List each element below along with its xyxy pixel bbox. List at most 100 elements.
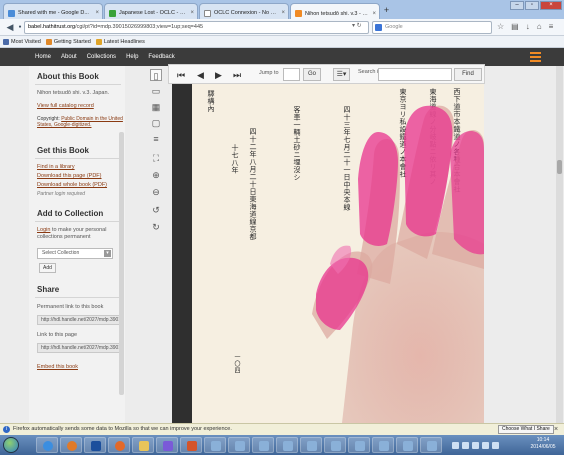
- search-in-text-input[interactable]: [378, 68, 452, 81]
- folder-icon: [3, 38, 9, 45]
- url-dropdown-reload-icon[interactable]: ▾ ↻: [352, 21, 362, 32]
- download-page-link[interactable]: Download this page (PDF): [37, 173, 102, 179]
- go-button[interactable]: Go: [303, 68, 321, 81]
- taskbar-media[interactable]: [60, 437, 82, 453]
- last-page-icon[interactable]: ⏭: [233, 69, 241, 81]
- close-tab-icon[interactable]: ×: [281, 10, 285, 16]
- start-button-icon[interactable]: [3, 437, 19, 453]
- close-window-icon[interactable]: ×: [540, 1, 562, 10]
- login-link[interactable]: Login: [37, 227, 50, 233]
- download-book-link[interactable]: Download whole book (PDF): [37, 182, 107, 188]
- bookmark-label: Most Visited: [11, 38, 41, 45]
- nav-home[interactable]: Home: [35, 54, 51, 60]
- taskbar-app[interactable]: [420, 437, 442, 453]
- taskbar-app[interactable]: [396, 437, 418, 453]
- taskbar-firefox[interactable]: [108, 437, 130, 453]
- rotate-left-icon[interactable]: ↺: [150, 204, 162, 216]
- taskbar-explorer[interactable]: [132, 437, 154, 453]
- close-tab-icon[interactable]: ×: [372, 11, 376, 17]
- minimize-icon[interactable]: –: [510, 1, 524, 10]
- text-view-icon[interactable]: ≡: [150, 133, 162, 145]
- rotate-right-icon[interactable]: ↻: [150, 221, 162, 233]
- thumbnail-view-icon[interactable]: ▦: [150, 101, 162, 113]
- url-bar[interactable]: babel.hathitrust.org/cgi/pt?id=mdp.39015…: [24, 21, 369, 34]
- app-icon: [259, 441, 269, 451]
- bookmark-label: Getting Started: [53, 38, 91, 45]
- taskbar-app[interactable]: [372, 437, 394, 453]
- find-in-library-link[interactable]: Find in a library: [37, 164, 75, 170]
- taskbar-app[interactable]: [276, 437, 298, 453]
- view-options-icon[interactable]: ☰▾: [333, 68, 350, 81]
- catalog-record-link[interactable]: View full catalog record: [37, 103, 94, 109]
- page-link-field[interactable]: http://hdl.handle.net/2027/mdp.390150269…: [37, 343, 121, 353]
- taskbar-app[interactable]: [204, 437, 226, 453]
- add-to-collection-heading: Add to Collection: [37, 209, 104, 218]
- page-viewer-scrollbar[interactable]: [556, 66, 563, 423]
- hamburger-menu-icon[interactable]: ≡: [549, 22, 554, 31]
- previous-page-icon[interactable]: ◀: [197, 69, 204, 81]
- collection-select[interactable]: Select Collection ▾: [37, 248, 113, 259]
- close-notification-icon[interactable]: ×: [554, 424, 558, 435]
- language-icon[interactable]: [492, 442, 499, 449]
- taskbar-clock[interactable]: 10:14 2014/06/05: [524, 437, 562, 451]
- google-drive-icon: [8, 9, 15, 17]
- hamburger-menu-icon[interactable]: [530, 52, 541, 62]
- chevron-down-icon[interactable]: ▾: [104, 250, 111, 257]
- choose-what-i-share-button[interactable]: Choose What I Share: [498, 425, 554, 434]
- volume-icon[interactable]: [462, 442, 469, 449]
- browser-search-input[interactable]: Google: [372, 21, 492, 34]
- divider: [35, 84, 121, 85]
- bookmark-getting-started[interactable]: Getting Started: [45, 36, 91, 47]
- taskbar-ie[interactable]: [36, 437, 58, 453]
- flag-icon[interactable]: [472, 442, 479, 449]
- network-icon[interactable]: [452, 442, 459, 449]
- scroll-view-icon[interactable]: ▯: [150, 69, 162, 81]
- fullscreen-icon[interactable]: ⛶: [150, 152, 162, 164]
- taskbar-mail[interactable]: [84, 437, 106, 453]
- close-tab-icon[interactable]: ×: [95, 10, 99, 16]
- permanent-link-field[interactable]: http://hdl.handle.net/2027/mdp.390150269…: [37, 315, 121, 325]
- flip-view-icon[interactable]: ▭: [150, 85, 162, 97]
- bookmark-most-visited[interactable]: Most Visited: [3, 36, 41, 47]
- close-tab-icon[interactable]: ×: [190, 10, 194, 16]
- taskbar-app[interactable]: [300, 437, 322, 453]
- tab-nihon-tetsudo-shi[interactable]: Nihon tetsudō shi. v.3 - Fu... ×: [290, 3, 380, 20]
- nav-collections[interactable]: Collections: [87, 54, 116, 60]
- nav-about[interactable]: About: [61, 54, 77, 60]
- jump-to-input[interactable]: [283, 68, 300, 81]
- find-button[interactable]: Find: [454, 68, 482, 81]
- zoom-out-icon[interactable]: ⊖: [150, 186, 162, 198]
- home-icon[interactable]: ⌂: [537, 22, 542, 31]
- tab-japanese-lost[interactable]: Japanese Lost - OCLC - RA... ×: [104, 3, 198, 19]
- nav-help[interactable]: Help: [126, 54, 138, 60]
- taskbar-app[interactable]: [324, 437, 346, 453]
- taskbar-powerpoint[interactable]: [180, 437, 202, 453]
- taskbar-app[interactable]: [252, 437, 274, 453]
- tab-oclc-connexion[interactable]: OCLC Connexion - No sess... ×: [199, 3, 289, 19]
- tab-shared-with-me[interactable]: Shared with me - Google D... ×: [3, 3, 103, 19]
- add-button[interactable]: Add: [39, 263, 56, 273]
- embed-book-link[interactable]: Embed this book: [37, 364, 78, 370]
- maximize-icon[interactable]: ▫: [525, 1, 539, 10]
- google-icon: [375, 24, 382, 31]
- page-viewer[interactable]: 西下道市本鐵道ノ各種合本會社 東海道線ノ分岐點ニ依リ其ノ 東京ヨリ私設鐵道ノ本會…: [172, 84, 484, 423]
- taskbar-app[interactable]: [348, 437, 370, 453]
- battery-icon[interactable]: [482, 442, 489, 449]
- next-page-icon[interactable]: ▶: [215, 69, 222, 81]
- bookmark-list-icon[interactable]: ▤: [511, 22, 519, 31]
- app-icon: [211, 441, 221, 451]
- taskbar-app[interactable]: [156, 437, 178, 453]
- mail-icon: [91, 441, 101, 451]
- sidebar-scrollbar[interactable]: [119, 132, 124, 395]
- first-page-icon[interactable]: ⏮: [177, 69, 185, 81]
- taskbar-app[interactable]: [228, 437, 250, 453]
- zoom-in-icon[interactable]: ⊕: [150, 169, 162, 181]
- app-icon: [235, 441, 245, 451]
- scrollbar-thumb[interactable]: [557, 160, 562, 174]
- nav-feedback[interactable]: Feedback: [148, 54, 174, 60]
- download-icon[interactable]: ↓: [526, 22, 530, 31]
- bookmark-latest-headlines[interactable]: Latest Headlines: [95, 36, 145, 47]
- page-view-icon[interactable]: ▢: [150, 117, 162, 129]
- new-tab-button[interactable]: +: [381, 4, 392, 16]
- star-icon[interactable]: ☆: [497, 22, 504, 31]
